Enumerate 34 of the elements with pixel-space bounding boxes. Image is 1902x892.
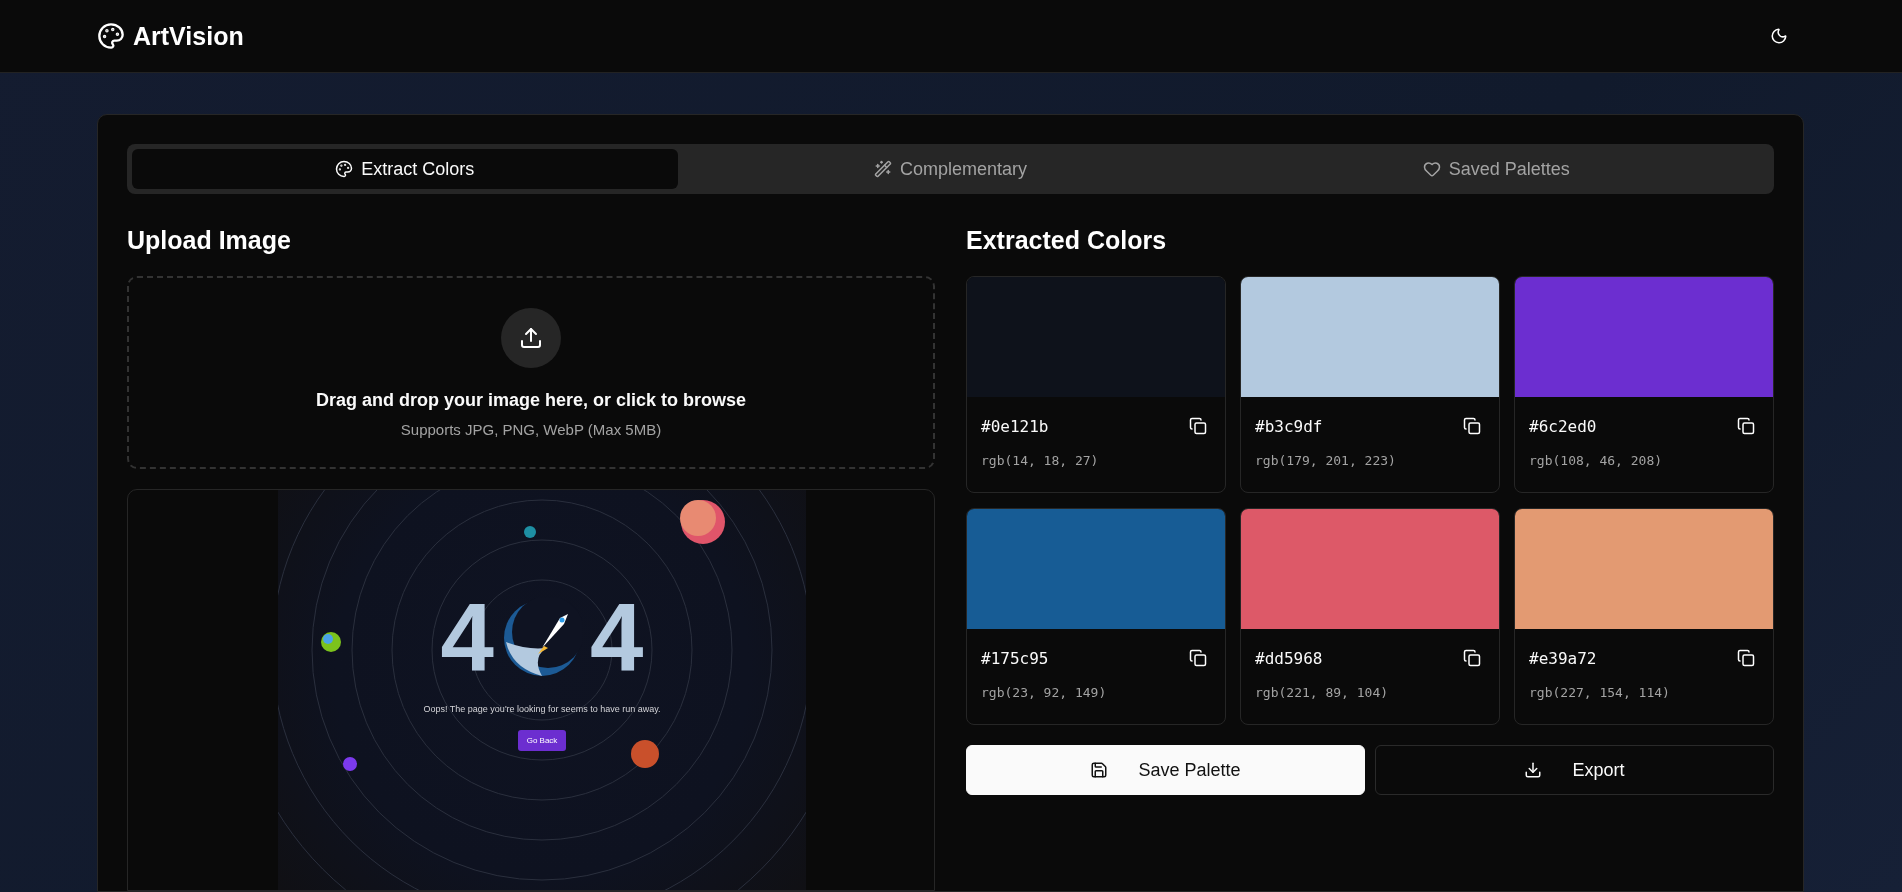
rgb-value: rgb(179, 201, 223): [1255, 453, 1397, 468]
error-digit: 4: [440, 590, 494, 686]
magic-wand-icon: [873, 160, 892, 178]
rgb-value: rgb(23, 92, 149): [981, 685, 1108, 700]
export-button[interactable]: Export: [1375, 745, 1774, 795]
rgb-value: rgb(108, 46, 208): [1529, 453, 1664, 468]
palette-icon: [335, 160, 354, 178]
rgb-value: rgb(14, 18, 27): [981, 453, 1100, 468]
drop-zone[interactable]: Drag and drop your image here, or click to browse Supports JPG, PNG, WebP (Max 5MB): [127, 276, 935, 469]
hex-code: #175c95: [981, 648, 1049, 668]
hex-code: #dd5968: [1255, 648, 1323, 668]
hex-code: #6c2ed0: [1529, 416, 1597, 436]
hex-code: #0e121b: [981, 416, 1049, 436]
save-button[interactable]: Save Palette: [966, 745, 1365, 795]
tab[interactable]: Saved Palettes: [1223, 149, 1769, 189]
error-digit: 4: [590, 590, 644, 686]
error-message: Oops! The page you're looking for seems to have run away.: [423, 704, 661, 714]
go-back-button[interactable]: Go Back: [517, 730, 567, 751]
download-icon: [1524, 761, 1543, 779]
section-title: Extracted Colors: [966, 225, 1168, 256]
rgb-value: rgb(221, 89, 104): [1255, 685, 1390, 700]
section-title: Upload Image: [127, 225, 292, 256]
drop-prompt: Drag and drop your image here, or click to browse: [315, 389, 747, 411]
tab[interactable]: Extract Colors: [132, 149, 678, 189]
heart-icon: [1422, 160, 1441, 178]
moon-rocket-icon: [502, 598, 582, 678]
brand-name: ArtVision: [133, 21, 244, 51]
rgb-value: rgb(227, 154, 114): [1529, 685, 1671, 700]
hex-code: #e39a72: [1529, 648, 1597, 668]
palette-icon: [97, 22, 125, 50]
file-hint: Supports JPG, PNG, WebP (Max 5MB): [400, 420, 662, 438]
tab[interactable]: Complementary: [677, 149, 1224, 189]
save-icon: [1090, 761, 1109, 779]
hex-code: #b3c9df: [1255, 416, 1323, 436]
